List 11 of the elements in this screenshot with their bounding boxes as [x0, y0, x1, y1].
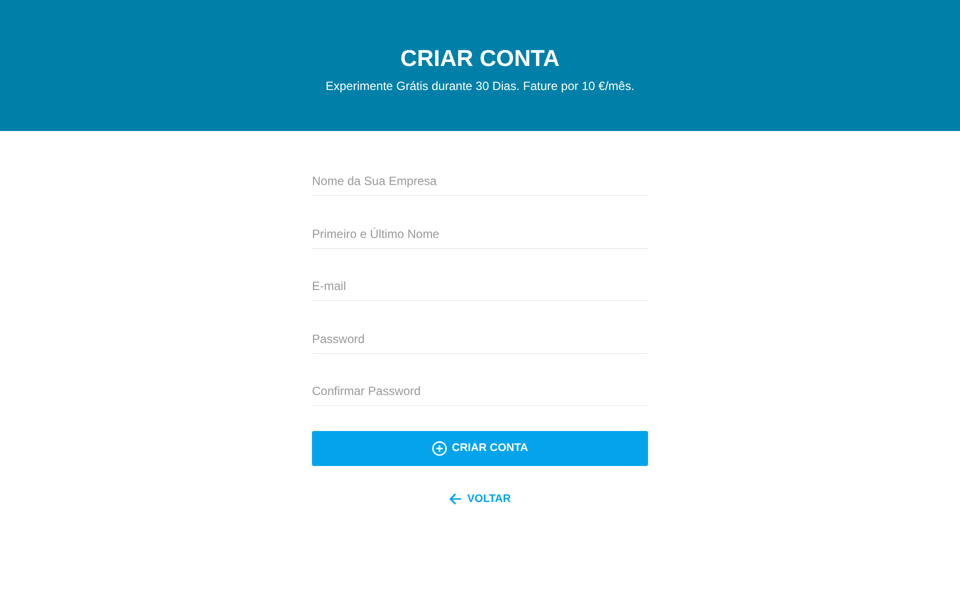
back-link[interactable]: VOLTAR [449, 490, 511, 507]
input-field[interactable]: Nome da Sua Empresa [312, 167, 648, 196]
input-field[interactable]: Confirmar Password [312, 377, 648, 406]
input-field[interactable]: E-mail [312, 272, 648, 301]
input-field[interactable]: Primeiro e Último Nome [312, 220, 648, 248]
page-subtitle: Experimente Grátis durante 30 Dias. Fature por 10 €/mês. [326, 78, 634, 95]
arrow-left-icon [449, 492, 462, 505]
input-field[interactable]: Password [312, 324, 648, 354]
create-account-button[interactable]: CRIAR CONTA [312, 430, 648, 466]
plus-circle-icon [432, 440, 447, 456]
page-title: CRIAR CONTA [400, 44, 560, 72]
